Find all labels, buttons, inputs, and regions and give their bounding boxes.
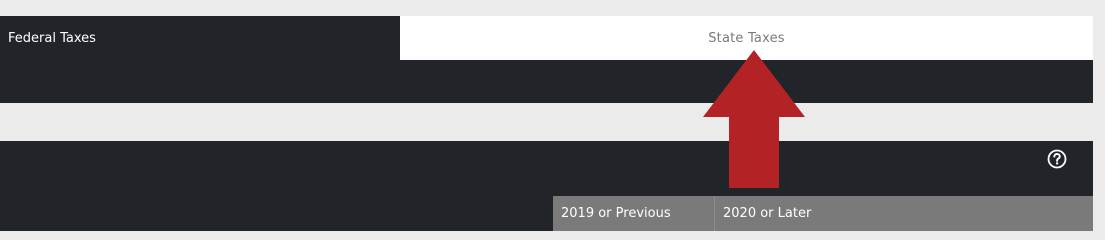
arrow-up-icon: [703, 50, 805, 188]
tab-content-panel: [0, 60, 1093, 103]
column-2019-or-previous[interactable]: 2019 or Previous: [553, 196, 715, 231]
year-column-header: 2019 or Previous 2020 or Later: [553, 196, 1093, 231]
column-label: 2020 or Later: [723, 206, 812, 221]
tab-federal-taxes[interactable]: Federal Taxes: [0, 16, 400, 60]
column-2020-or-later[interactable]: 2020 or Later: [715, 196, 1093, 231]
column-label: 2019 or Previous: [561, 206, 671, 221]
tab-state-label: State Taxes: [708, 30, 785, 46]
tax-type-tabs: Federal Taxes State Taxes: [0, 16, 1093, 60]
question-circle-icon[interactable]: [1047, 149, 1067, 169]
tab-federal-label: Federal Taxes: [8, 30, 96, 46]
